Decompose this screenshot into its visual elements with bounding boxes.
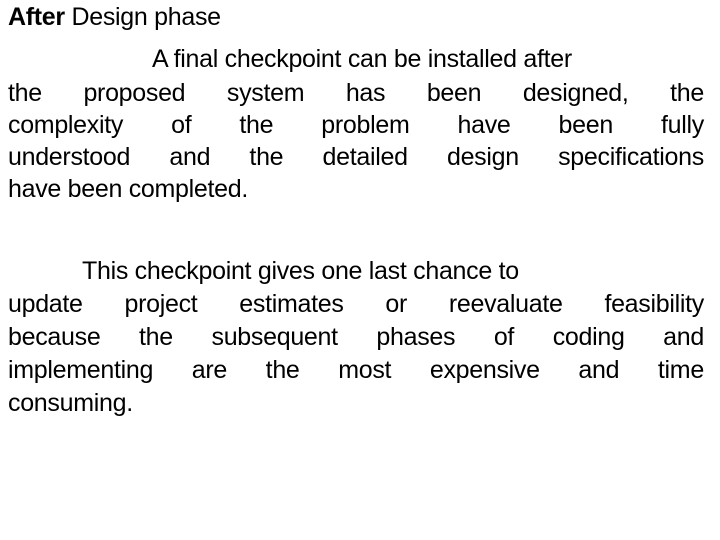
word: has: [345, 79, 386, 107]
paragraph-1-line-3: complexity of the problem have been fully: [8, 110, 704, 140]
section-heading: After Design phase: [8, 2, 704, 32]
word: subsequent: [211, 323, 339, 351]
word: and: [169, 143, 211, 171]
word: been: [426, 79, 482, 107]
word: feasibility: [604, 290, 704, 318]
word: are: [191, 356, 228, 384]
word: the: [265, 356, 300, 384]
word: project: [124, 290, 198, 318]
paragraph-2-line-4: implementing are the most expensive and time: [8, 355, 704, 385]
word: design: [446, 143, 519, 171]
word: complexity: [8, 111, 124, 139]
word: problem: [321, 111, 410, 139]
word: coding: [552, 323, 625, 351]
word: fully: [660, 111, 704, 139]
word: designed,: [522, 79, 629, 107]
paragraph-2-line-1: This checkpoint gives one last chance to: [82, 257, 519, 285]
paragraph-2-line-2: update project estimates or reevaluate feasib…: [8, 289, 704, 319]
word: estimates: [239, 290, 344, 318]
word: the: [139, 323, 173, 351]
word: of: [171, 111, 192, 139]
word: have: [457, 111, 511, 139]
word: system: [226, 79, 305, 107]
word: implementing: [8, 356, 154, 384]
word: been: [558, 111, 614, 139]
word: time: [657, 356, 704, 384]
paragraph-2-line-5: consuming.: [8, 389, 133, 417]
word: most: [338, 356, 392, 384]
word: expensive: [429, 356, 540, 384]
word: the: [249, 143, 284, 171]
word: specifications: [558, 143, 704, 171]
word: or: [385, 290, 408, 318]
word: detailed: [322, 143, 408, 171]
paragraph-1-line-5: have been completed.: [8, 175, 249, 203]
paragraph-1-line-4: understood and the detailed design specificat…: [8, 142, 704, 172]
word: phases: [376, 323, 456, 351]
paragraph-1-line-1: A final checkpoint can be installed afte…: [152, 45, 572, 73]
word: because: [8, 323, 101, 351]
word: update: [8, 290, 83, 318]
word: the: [670, 79, 704, 107]
word: and: [663, 323, 704, 351]
word: and: [578, 356, 620, 384]
word: reevaluate: [448, 290, 563, 318]
word: the: [239, 111, 274, 139]
word: the: [8, 79, 42, 107]
word: understood: [8, 143, 131, 171]
heading-text: Design phase: [64, 3, 221, 31]
paragraph-1-line-2: the proposed system has been designed, the: [8, 78, 704, 108]
word: proposed: [83, 79, 186, 107]
heading-bold-word: After: [8, 3, 65, 31]
word: of: [493, 323, 515, 351]
paragraph-2-line-3: because the subsequent phases of coding and: [8, 322, 704, 352]
